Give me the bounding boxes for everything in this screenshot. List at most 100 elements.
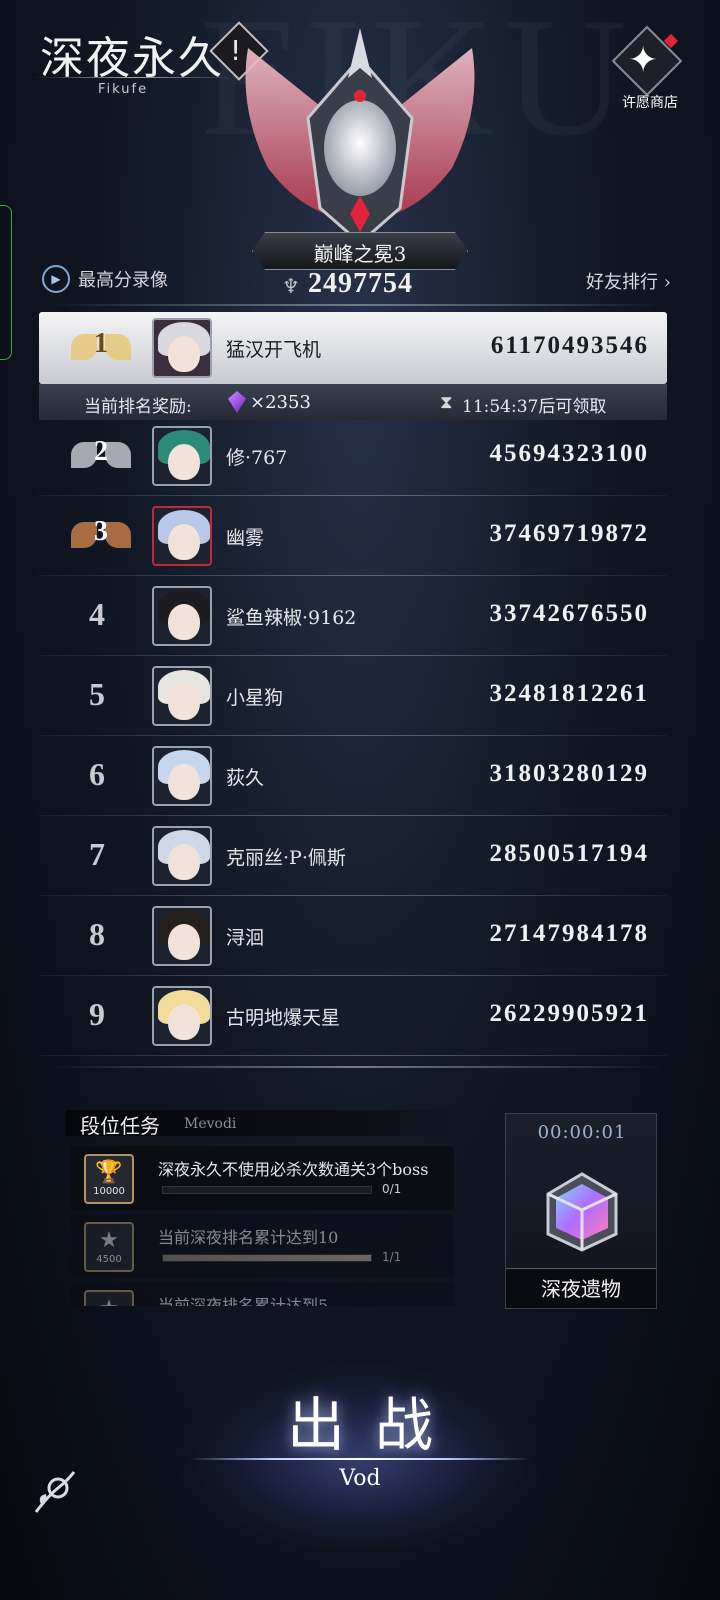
leaderboard-row[interactable]: 9 古明地爆天星 26229905921 <box>39 976 667 1056</box>
leaderboard-row[interactable]: 2 修·767 45694323100 <box>39 416 667 496</box>
relic-label: 深夜遗物 <box>541 1277 621 1301</box>
rank-number: 7 <box>89 836 105 872</box>
trophy-reward-icon: 🏆 10000 <box>84 1154 134 1204</box>
friend-ranking-label: 好友排行 <box>586 272 658 293</box>
my-rank-row[interactable]: 1 猛汉开飞机 61170493546 <box>39 312 667 384</box>
rank-number: 3 <box>94 516 108 547</box>
relic-timer: 00:00:01 <box>537 1122 627 1143</box>
player-name: 克丽丝·P·佩斯 <box>226 847 346 869</box>
player-name: 鲨鱼辣椒·9162 <box>226 607 357 629</box>
avatar-face <box>168 524 200 560</box>
player-avatar[interactable] <box>152 586 212 646</box>
rank-tier-label: 巅峰之冕3 <box>313 242 407 266</box>
player-name: 荻久 <box>226 767 265 789</box>
mission-progress-bar <box>162 1254 372 1262</box>
mission-title: 段位任务 <box>80 1114 160 1138</box>
rank-number: 4 <box>89 596 105 632</box>
avatar-face <box>168 684 200 720</box>
player-score: 27147984178 <box>489 920 649 947</box>
mission-text: 当前深夜排名累计达到5 <box>158 1296 329 1306</box>
leaderboard-row[interactable]: 3 幽雾 37469719872 <box>39 496 667 576</box>
avatar-face <box>168 924 200 960</box>
player-name: 浔洄 <box>226 927 265 949</box>
mission-task[interactable]: 🏆 10000 深夜永久不使用必杀次数通关3个boss 0/1 <box>70 1146 454 1210</box>
treasure-chest-icon <box>534 1160 630 1256</box>
trophy-icon: ♆ <box>282 274 300 298</box>
reward-label: 当前排名奖励: <box>84 397 192 417</box>
wish-shop-label: 许愿商店 <box>622 95 678 111</box>
mission-progress: 1/1 <box>382 1250 402 1264</box>
trophy-icon: 🏆 <box>95 1160 123 1185</box>
avatar-face <box>168 764 200 800</box>
player-score: 33742676550 <box>489 600 649 627</box>
avatar-face <box>168 604 200 640</box>
night-relic-button[interactable]: 00:00:01 深夜遗物 <box>505 1113 657 1309</box>
player-score: 26229905921 <box>489 1000 649 1027</box>
player-score: 28500517194 <box>489 840 649 867</box>
silver-medal-icon: 2 <box>71 434 131 478</box>
side-drawer-tab[interactable] <box>0 205 12 360</box>
mode-subtitle: Fikufe <box>98 82 149 97</box>
leaderboard-row[interactable]: 6 荻久 31803280129 <box>39 736 667 816</box>
mission-subtitle: Mevodi <box>184 1116 237 1132</box>
mission-text: 深夜永久不使用必杀次数通关3个boss <box>158 1160 429 1179</box>
player-name: 猛汉开飞机 <box>226 339 322 361</box>
player-avatar[interactable] <box>152 318 212 378</box>
player-avatar[interactable] <box>152 826 212 886</box>
player-score: 45694323100 <box>489 440 649 467</box>
leaderboard-row[interactable]: 7 克丽丝·P·佩斯 28500517194 <box>39 816 667 896</box>
title-divider <box>34 77 234 78</box>
avatar-face <box>168 844 200 880</box>
reward-count: 4500 <box>96 1254 122 1265</box>
emblem-icon: ★ <box>86 1296 132 1306</box>
best-replay-label: 最高分录像 <box>78 270 168 291</box>
bronze-medal-icon: 3 <box>71 514 131 558</box>
player-score: 32481812261 <box>489 680 649 707</box>
friend-ranking-button[interactable]: 好友排行 › <box>586 268 671 294</box>
player-avatar[interactable] <box>152 426 212 486</box>
rank-missions-panel[interactable]: 段位任务 Mevodi 🏆 10000 深夜永久不使用必杀次数通关3个boss … <box>66 1110 456 1306</box>
reward-count: 10000 <box>93 1186 125 1197</box>
battle-divider <box>190 1458 530 1460</box>
progress-fill <box>163 1255 371 1261</box>
rank-number: 5 <box>89 676 105 712</box>
best-score: 2497754 <box>308 268 413 299</box>
battle-label: 出战 <box>286 1391 463 1459</box>
mission-task[interactable]: ★ 4500 当前深夜排名累计达到10 1/1 <box>70 1214 454 1278</box>
rank-number: 2 <box>94 436 108 467</box>
divider <box>50 304 662 306</box>
leaderboard-row[interactable]: 5 小星狗 32481812261 <box>39 656 667 736</box>
player-score: 37469719872 <box>489 520 649 547</box>
player-avatar[interactable] <box>152 906 212 966</box>
player-name: 小星狗 <box>226 687 284 709</box>
title-reward-icon: ★ 4500 <box>84 1222 134 1272</box>
divider <box>50 1066 662 1068</box>
wish-shop-button[interactable]: ✦ 许愿商店 <box>604 25 696 112</box>
rank-crest-emblem <box>228 18 492 258</box>
rose-emblem-icon[interactable] <box>28 1466 82 1520</box>
player-avatar[interactable] <box>152 506 212 566</box>
mission-progress: 0/1 <box>382 1182 402 1196</box>
mission-task[interactable]: ★ 当前深夜排名累计达到5 <box>70 1282 454 1306</box>
player-score: 31803280129 <box>489 760 649 787</box>
best-replay-button[interactable]: ▶ 最高分录像 <box>42 264 168 294</box>
avatar-face <box>168 1004 200 1040</box>
chevron-right-icon: › <box>663 272 671 293</box>
player-avatar[interactable] <box>152 666 212 726</box>
avatar-face <box>168 336 200 372</box>
player-avatar[interactable] <box>152 746 212 806</box>
avatar-face <box>168 444 200 480</box>
star-icon: ✦ <box>628 40 659 81</box>
rank-number: 8 <box>89 916 105 952</box>
emblem-icon: ★ <box>99 1228 119 1253</box>
player-score: 61170493546 <box>490 332 649 359</box>
leaderboard-row[interactable]: 4 鲨鱼辣椒·9162 33742676550 <box>39 576 667 656</box>
row-divider <box>39 1055 667 1056</box>
gold-medal-icon: 1 <box>71 326 131 370</box>
title-reward-icon: ★ <box>84 1290 134 1306</box>
rank-number: 1 <box>94 328 108 359</box>
mission-progress-bar <box>162 1186 372 1194</box>
leaderboard-row[interactable]: 8 浔洄 27147984178 <box>39 896 667 976</box>
mission-text: 当前深夜排名累计达到10 <box>158 1228 339 1247</box>
player-avatar[interactable] <box>152 986 212 1046</box>
